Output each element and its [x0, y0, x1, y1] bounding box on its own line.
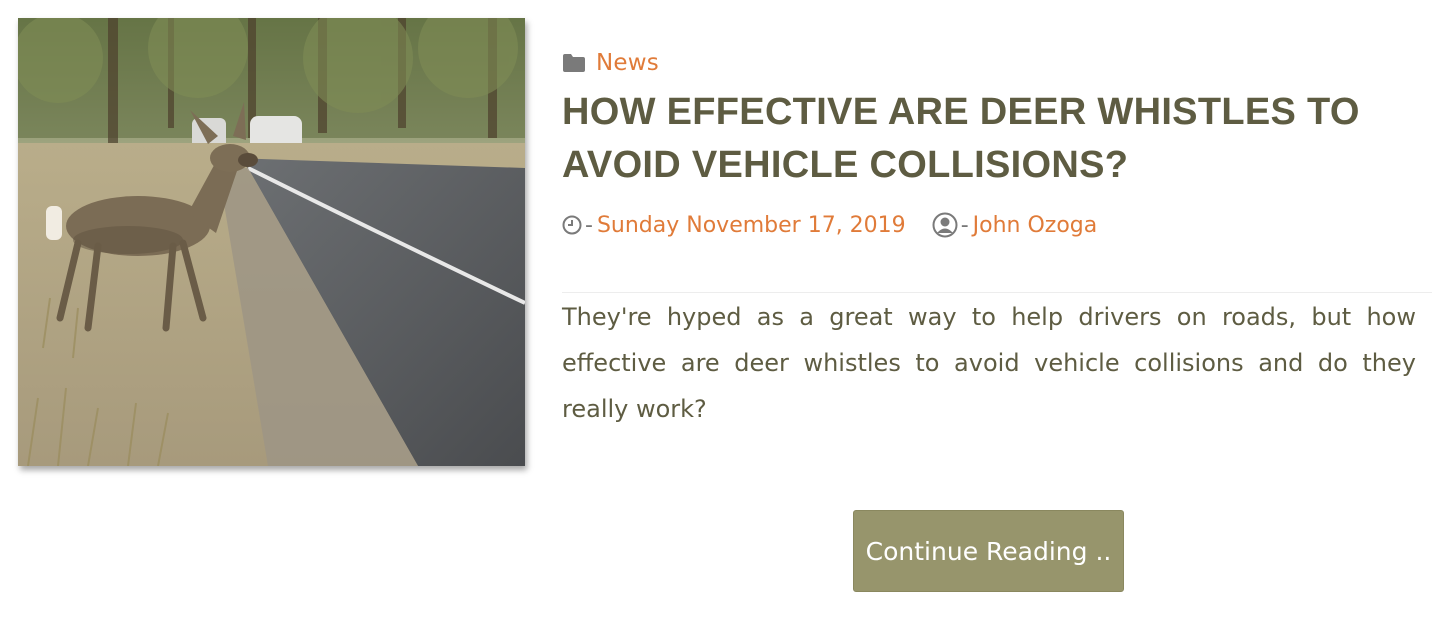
post-date[interactable]: Sunday November 17, 2019	[597, 213, 906, 238]
blog-post-card: News HOW EFFECTIVE ARE DEER WHISTLES TO …	[0, 0, 1448, 626]
clock-icon	[562, 215, 582, 235]
post-thumbnail[interactable]	[18, 18, 525, 466]
continue-reading-button[interactable]: Continue Reading ..	[853, 510, 1124, 592]
deer-road-image	[18, 18, 525, 466]
post-meta: - Sunday November 17, 2019 - John Ozoga	[562, 212, 1097, 238]
folder-icon	[563, 54, 585, 72]
meta-separator: -	[585, 212, 593, 238]
post-title[interactable]: HOW EFFECTIVE ARE DEER WHISTLES TO AVOID…	[562, 86, 1422, 192]
post-category: News	[562, 50, 659, 76]
user-circle-icon	[932, 212, 958, 238]
divider	[562, 292, 1432, 293]
post-excerpt: They're hyped as a great way to help dri…	[562, 303, 1416, 423]
meta-separator: -	[960, 212, 969, 238]
post-author[interactable]: John Ozoga	[973, 213, 1098, 238]
category-link[interactable]: News	[596, 50, 659, 76]
